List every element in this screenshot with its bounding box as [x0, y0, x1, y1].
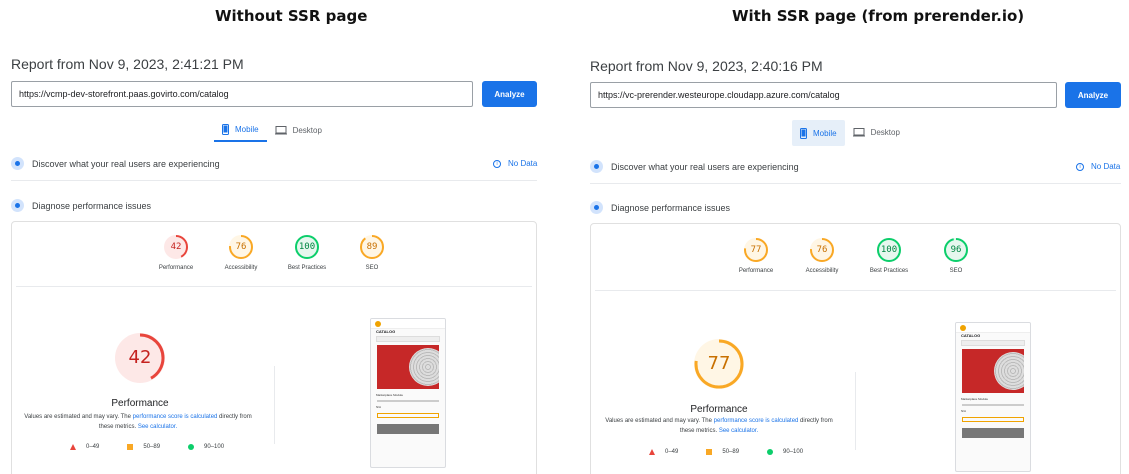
score-calculated-link[interactable]: performance score is calculated: [714, 418, 799, 424]
device-tabs: Mobile Desktop: [214, 118, 330, 142]
card-divider: [595, 290, 1116, 291]
average-square-icon: [706, 449, 713, 455]
scores-card: 42 Performance 76 Accessibility 100 Best…: [11, 221, 537, 474]
score-legend: 0–49 50–89 90–100: [649, 449, 803, 455]
thumb-product: Marketplace Module: [376, 393, 404, 397]
url-input[interactable]: [11, 81, 473, 107]
users-icon: [11, 157, 24, 170]
comparison-title: Without SSR page: [215, 7, 368, 25]
performance-gauge-large: 77 Performance: [679, 338, 759, 415]
divider: [590, 183, 1121, 184]
score-value: 42: [170, 242, 182, 252]
average-square-icon: [127, 444, 134, 450]
legend-label: 0–49: [665, 449, 679, 455]
report-title: Report from Nov 9, 2023, 2:41:21 PM: [11, 56, 244, 72]
thumb-title: CATALOG: [961, 333, 981, 338]
report-without-ssr: Without SSR page Report from Nov 9, 2023…: [0, 0, 560, 474]
url-input[interactable]: [590, 82, 1057, 108]
page-screenshot-thumbnail: CATALOG Marketplace Module N/A: [955, 322, 1031, 472]
device-tabs: Mobile Desktop: [792, 120, 908, 146]
legend-label: 50–89: [143, 444, 161, 450]
diagnose-text: Diagnose performance issues: [611, 202, 731, 213]
users-icon: [590, 160, 603, 173]
big-score-label: Performance: [690, 404, 748, 415]
divider: [11, 180, 537, 181]
no-data-label: No Data: [1091, 162, 1121, 171]
lighthouse-icon: [11, 199, 24, 212]
score-value: 76: [816, 245, 828, 255]
score-legend: 0–49 50–89 90–100: [70, 444, 224, 450]
no-data-badge[interactable]: i No Data: [493, 159, 537, 168]
diagnose-text: Diagnose performance issues: [32, 200, 152, 211]
no-data-label: No Data: [508, 159, 538, 168]
big-score-label: Performance: [111, 398, 169, 409]
desktop-icon: [274, 125, 287, 134]
scores-card: 77 Performance 76 Accessibility 100 Best…: [590, 223, 1121, 474]
score-label: SEO: [949, 268, 963, 274]
see-calculator-link[interactable]: See calculator.: [719, 428, 758, 434]
pass-circle-icon: [188, 444, 195, 450]
score-calculated-link[interactable]: performance score is calculated: [133, 414, 218, 420]
score-note: Values are estimated and may vary. The p…: [599, 416, 839, 436]
analyze-button[interactable]: Analyze: [1065, 82, 1121, 108]
big-score-value: 42: [128, 347, 152, 368]
thumb-price: N/A: [961, 409, 967, 413]
note-text: Values are estimated and may vary. The: [605, 418, 714, 424]
mobile-icon: [800, 127, 807, 139]
thumb-product: Marketplace Module: [961, 397, 989, 401]
diagnose-section: Diagnose performance issues: [590, 201, 730, 214]
score-value: 76: [235, 242, 247, 252]
tab-desktop[interactable]: Desktop: [267, 118, 330, 142]
fail-triangle-icon: [70, 444, 76, 450]
discover-text: Discover what your real users are experi…: [611, 161, 799, 172]
tab-label: Mobile: [235, 124, 259, 134]
legend-label: 90–100: [783, 449, 804, 455]
score-value: 96: [950, 245, 962, 255]
score-value: 77: [750, 245, 762, 255]
thumb-title: CATALOG: [376, 329, 396, 334]
discover-text: Discover what your real users are experi…: [32, 158, 220, 169]
diagnose-section: Diagnose performance issues: [11, 199, 151, 212]
tab-label: Desktop: [292, 125, 322, 135]
analyze-button[interactable]: Analyze: [482, 81, 537, 107]
fail-triangle-icon: [649, 449, 655, 455]
score-gauge-seo[interactable]: 96 SEO: [916, 237, 996, 274]
note-text: Values are estimated and may vary. The: [24, 414, 133, 420]
score-value: 100: [298, 242, 316, 252]
desktop-icon: [852, 127, 865, 136]
score-label: SEO: [365, 265, 379, 271]
vertical-separator: [274, 366, 275, 444]
tab-desktop[interactable]: Desktop: [845, 120, 908, 144]
see-calculator-link[interactable]: See calculator.: [138, 424, 177, 430]
legend-label: 90–100: [204, 444, 225, 450]
score-value: 89: [366, 242, 378, 252]
report-with-ssr: With SSR page (from prerender.io) Report…: [578, 0, 1129, 474]
discover-section: Discover what your real users are experi…: [590, 160, 799, 173]
score-value: 100: [880, 245, 898, 255]
performance-gauge-large: 42 Performance: [100, 332, 180, 409]
no-data-badge[interactable]: i No Data: [1076, 162, 1120, 171]
score-gauge-seo[interactable]: 89 SEO: [332, 234, 412, 271]
vertical-separator: [855, 372, 856, 450]
legend-label: 0–49: [86, 444, 100, 450]
score-note: Values are estimated and may vary. The p…: [18, 412, 258, 432]
lighthouse-icon: [590, 201, 603, 214]
tab-label: Desktop: [870, 127, 900, 137]
tab-label: Mobile: [813, 128, 837, 138]
mobile-icon: [222, 123, 229, 135]
discover-section: Discover what your real users are experi…: [11, 157, 220, 170]
page-screenshot-thumbnail: CATALOG Marketplace Module N/A: [370, 318, 446, 468]
legend-label: 50–89: [722, 449, 740, 455]
report-title: Report from Nov 9, 2023, 2:40:16 PM: [590, 58, 823, 74]
pass-circle-icon: [767, 449, 774, 455]
comparison-title: With SSR page (from prerender.io): [732, 7, 1025, 25]
info-icon: i: [1076, 162, 1084, 171]
card-divider: [16, 286, 532, 287]
tab-mobile[interactable]: Mobile: [792, 120, 845, 146]
tab-mobile[interactable]: Mobile: [214, 118, 267, 142]
big-score-value: 77: [707, 353, 731, 374]
info-icon: i: [493, 159, 501, 168]
thumb-price: N/A: [376, 405, 382, 409]
